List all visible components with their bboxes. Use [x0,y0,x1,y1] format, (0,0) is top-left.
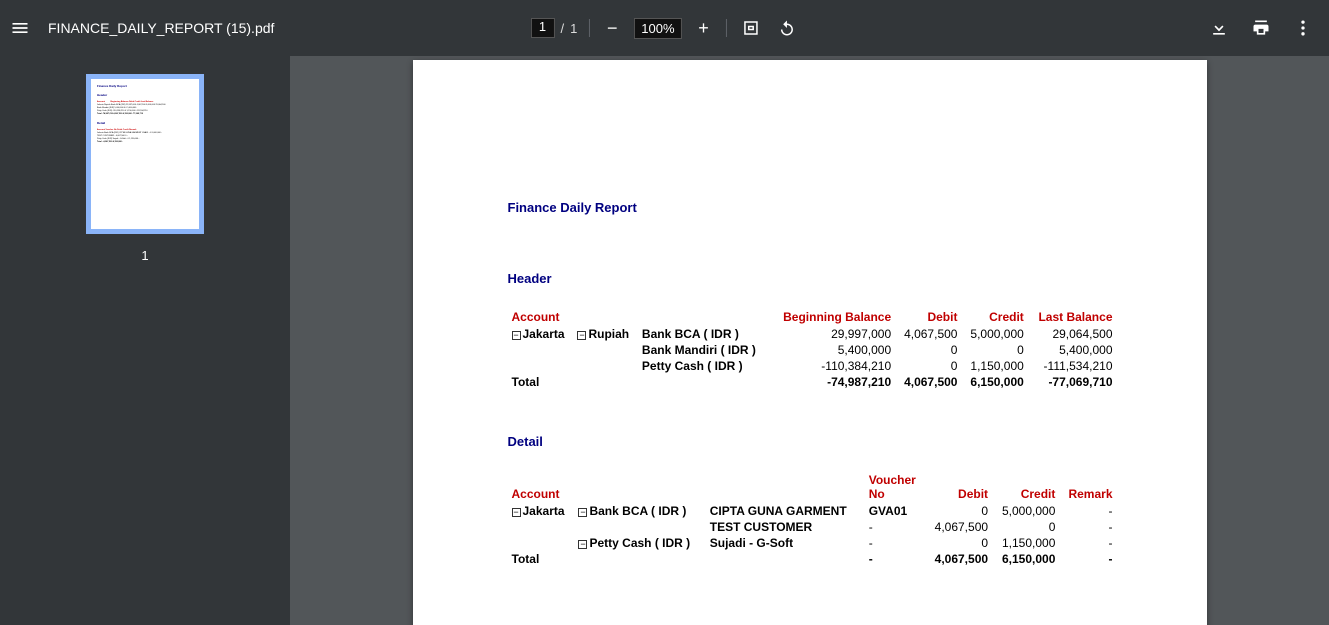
detail-total-row: Total - 4,067,500 6,150,000 - [508,551,1117,567]
menu-icon[interactable] [8,16,32,40]
summary-total-row: Total -74,987,210 4,067,500 6,150,000 -7… [508,374,1117,390]
collapse-icon[interactable]: − [512,331,521,340]
total-credit: 6,150,000 [961,374,1027,390]
col-credit: Credit [992,471,1059,503]
account-name: Bank Mandiri ( IDR ) [638,342,770,358]
col-account: Account [508,308,770,326]
page-total: 1 [570,21,577,36]
thumbnail-preview: Finance Daily Report Header Account Begi… [97,85,193,223]
report-title: Finance Daily Report [508,200,1117,215]
table-row: −Jakarta −Bank BCA ( IDR ) CIPTA GUNA GA… [508,503,1117,519]
cell-credit: 5,000,000 [961,326,1027,342]
pdf-page: Finance Daily Report Header Account Begi… [413,60,1207,625]
cell-debit: 0 [895,342,961,358]
col-debit: Debit [895,308,961,326]
cell-credit: 0 [961,342,1027,358]
detail-credit: 5,000,000 [992,503,1059,519]
total-label: Total [508,374,770,390]
detail-voucher: GVA01 [865,503,925,519]
col-last-balance: Last Balance [1028,308,1117,326]
detail-remark: - [1059,503,1116,519]
more-icon[interactable] [1291,16,1315,40]
rotate-icon[interactable] [775,16,799,40]
divider [726,19,727,37]
detail-party: CIPTA GUNA GARMENT [706,503,865,519]
group-region: −Jakarta [508,503,575,551]
zoom-in-button[interactable]: + [694,18,714,39]
cell-debit: 4,067,500 [895,326,961,342]
collapse-icon[interactable]: − [577,331,586,340]
divider [589,19,590,37]
detail-debit: 0 [925,503,992,519]
total-last: -77,069,710 [1028,374,1117,390]
collapse-icon[interactable]: − [512,508,521,517]
print-icon[interactable] [1249,16,1273,40]
cell-last: -111,534,210 [1028,358,1117,374]
cell-beginning: -110,384,210 [770,358,895,374]
total-credit: 6,150,000 [992,551,1059,567]
cell-last: 5,400,000 [1028,342,1117,358]
group-account: −Petty Cash ( IDR ) [574,535,705,551]
account-name: Petty Cash ( IDR ) [638,358,770,374]
col-account: Account [508,471,865,503]
col-debit: Debit [925,471,992,503]
page-separator: / [560,21,564,36]
table-row: −Petty Cash ( IDR ) Sujadi - G-Soft - 0 … [508,535,1117,551]
document-viewport[interactable]: Finance Daily Report Header Account Begi… [290,56,1329,625]
zoom-out-button[interactable]: − [602,18,622,39]
collapse-icon[interactable]: − [578,540,587,549]
detail-debit: 0 [925,535,992,551]
detail-remark: - [1059,535,1116,551]
page-number-input[interactable]: 1 [530,18,554,38]
total-voucher: - [865,551,925,567]
detail-party: TEST CUSTOMER [706,519,865,535]
cell-credit: 1,150,000 [961,358,1027,374]
detail-party: Sujadi - G-Soft [706,535,865,551]
detail-credit: 0 [992,519,1059,535]
detail-debit: 4,067,500 [925,519,992,535]
group-region: −Jakarta [508,326,574,374]
total-label: Total [508,551,865,567]
col-credit: Credit [961,308,1027,326]
col-voucher-no: Voucher No [865,471,925,503]
cell-debit: 0 [895,358,961,374]
col-beginning-balance: Beginning Balance [770,308,895,326]
detail-credit: 1,150,000 [992,535,1059,551]
summary-table: Account Beginning Balance Debit Credit L… [508,308,1117,390]
total-beginning: -74,987,210 [770,374,895,390]
page-indicator: 1 / 1 [530,18,577,38]
page-thumbnail[interactable]: Finance Daily Report Header Account Begi… [86,74,204,234]
table-row: −Jakarta −Rupiah Bank BCA ( IDR ) 29,997… [508,326,1117,342]
account-name: Bank BCA ( IDR ) [638,326,770,342]
col-remark: Remark [1059,471,1116,503]
header-section-label: Header [508,271,1117,286]
thumbnail-sidebar: Finance Daily Report Header Account Begi… [0,56,290,625]
pdf-toolbar: FINANCE_DAILY_REPORT (15).pdf 1 / 1 − 10… [0,0,1329,56]
group-account: −Bank BCA ( IDR ) [574,503,705,535]
detail-voucher: - [865,535,925,551]
total-debit: 4,067,500 [925,551,992,567]
detail-voucher: - [865,519,925,535]
zoom-level[interactable]: 100% [634,18,681,39]
cell-beginning: 5,400,000 [770,342,895,358]
fit-page-icon[interactable] [739,16,763,40]
group-currency: −Rupiah [573,326,637,374]
total-remark: - [1059,551,1116,567]
collapse-icon[interactable]: − [578,508,587,517]
detail-remark: - [1059,519,1116,535]
detail-section-label: Detail [508,434,1117,449]
document-filename: FINANCE_DAILY_REPORT (15).pdf [48,20,274,36]
total-debit: 4,067,500 [895,374,961,390]
detail-table: Account Voucher No Debit Credit Remark −… [508,471,1117,567]
download-icon[interactable] [1207,16,1231,40]
cell-beginning: 29,997,000 [770,326,895,342]
thumbnail-page-number: 1 [141,248,148,263]
cell-last: 29,064,500 [1028,326,1117,342]
